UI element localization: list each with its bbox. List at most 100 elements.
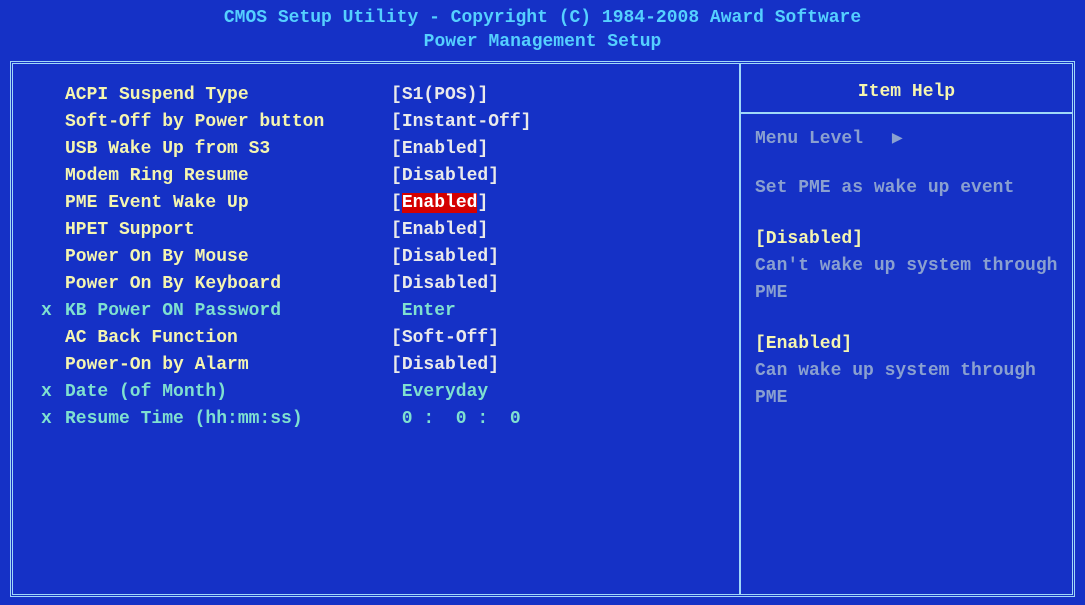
utility-title: CMOS Setup Utility - Copyright (C) 1984-… <box>0 6 1085 30</box>
setting-label: PME Event Wake Up <box>65 190 391 217</box>
setting-row[interactable]: Power On By Mouse[Disabled] <box>41 244 729 271</box>
setting-value[interactable]: [Instant-Off] <box>391 109 531 136</box>
setting-value[interactable]: [Enabled] <box>391 217 488 244</box>
setting-value-text: Disabled <box>402 274 488 294</box>
row-marker <box>41 325 65 352</box>
bracket-open: [ <box>391 328 402 348</box>
setting-value[interactable]: [Disabled] <box>391 163 499 190</box>
setting-label: Power On By Mouse <box>65 244 391 271</box>
row-marker <box>41 244 65 271</box>
setting-label: Power On By Keyboard <box>65 271 391 298</box>
help-option: [Enabled]Can wake up system through PME <box>755 331 1058 412</box>
help-option-head: [Disabled] <box>755 226 1058 253</box>
help-panel: Item Help Menu Level ▶ Set PME as wake u… <box>741 64 1072 594</box>
setting-value[interactable]: [Disabled] <box>391 352 499 379</box>
bracket-open: [ <box>391 274 402 294</box>
section-title: Power Management Setup <box>0 30 1085 54</box>
row-marker <box>41 190 65 217</box>
bracket-open: [ <box>391 112 402 132</box>
help-option-text: Can't wake up system through PME <box>755 253 1058 307</box>
setting-label: Date (of Month) <box>65 379 391 406</box>
setting-row[interactable]: Power On By Keyboard[Disabled] <box>41 271 729 298</box>
setting-value-text: Disabled <box>402 247 488 267</box>
setting-row[interactable]: Power-On by Alarm[Disabled] <box>41 352 729 379</box>
row-marker <box>41 82 65 109</box>
row-marker <box>41 352 65 379</box>
setting-row[interactable]: HPET Support[Enabled] <box>41 217 729 244</box>
setting-value[interactable]: [Disabled] <box>391 271 499 298</box>
bracket-open: [ <box>391 166 402 186</box>
bracket-open: [ <box>391 247 402 267</box>
help-description: Set PME as wake up event <box>755 175 1058 202</box>
setting-value[interactable]: [Soft-Off] <box>391 325 499 352</box>
header: CMOS Setup Utility - Copyright (C) 1984-… <box>0 0 1085 59</box>
chevron-right-icon: ▶ <box>892 126 903 153</box>
menu-level-label: Menu Level <box>755 129 863 149</box>
setting-label: Resume Time (hh:mm:ss) <box>65 406 391 433</box>
setting-label: Power-On by Alarm <box>65 352 391 379</box>
bracket-close: ] <box>477 220 488 240</box>
bracket-close: ] <box>488 328 499 348</box>
bracket-close: ] <box>488 355 499 375</box>
bracket-close: ] <box>488 274 499 294</box>
settings-panel[interactable]: ACPI Suspend Type[S1(POS)]Soft-Off by Po… <box>13 64 741 594</box>
setting-row[interactable]: USB Wake Up from S3[Enabled] <box>41 136 729 163</box>
help-option-head: [Enabled] <box>755 331 1058 358</box>
help-title: Item Help <box>741 64 1072 114</box>
bracket-open: [ <box>391 139 402 159</box>
setting-value[interactable]: 0 : 0 : 0 <box>391 406 521 433</box>
setting-value[interactable]: Enter <box>391 298 456 325</box>
row-marker: x <box>41 298 65 325</box>
bracket-close: ] <box>477 193 488 213</box>
setting-value[interactable]: Everyday <box>391 379 488 406</box>
setting-label: ACPI Suspend Type <box>65 82 391 109</box>
row-marker <box>41 271 65 298</box>
setting-value-text: Soft-Off <box>402 328 488 348</box>
setting-label: KB Power ON Password <box>65 298 391 325</box>
row-marker <box>41 136 65 163</box>
bracket-close: ] <box>488 247 499 267</box>
setting-label: Soft-Off by Power button <box>65 109 391 136</box>
setting-label: AC Back Function <box>65 325 391 352</box>
setting-value-text: Enabled <box>402 220 478 240</box>
bracket-close: ] <box>521 112 532 132</box>
setting-label: Modem Ring Resume <box>65 163 391 190</box>
row-marker: x <box>41 406 65 433</box>
setting-value-text: Enabled <box>402 139 478 159</box>
help-body: Menu Level ▶ Set PME as wake up event [D… <box>741 114 1072 448</box>
setting-value[interactable]: [Disabled] <box>391 244 499 271</box>
help-menu-level: Menu Level ▶ <box>755 126 1058 153</box>
setting-value-text: S1(POS) <box>402 85 478 105</box>
setting-label: HPET Support <box>65 217 391 244</box>
setting-value[interactable]: [S1(POS)] <box>391 82 488 109</box>
help-option: [Disabled]Can't wake up system through P… <box>755 226 1058 307</box>
setting-row[interactable]: ACPI Suspend Type[S1(POS)] <box>41 82 729 109</box>
bracket-close: ] <box>477 85 488 105</box>
setting-row[interactable]: Modem Ring Resume[Disabled] <box>41 163 729 190</box>
bracket-open: [ <box>391 85 402 105</box>
setting-label: USB Wake Up from S3 <box>65 136 391 163</box>
row-marker: x <box>41 379 65 406</box>
setting-row[interactable]: PME Event Wake Up[Enabled] <box>41 190 729 217</box>
bracket-close: ] <box>477 139 488 159</box>
setting-row[interactable]: xKB Power ON Password Enter <box>41 298 729 325</box>
setting-value-text: Disabled <box>402 355 488 375</box>
row-marker <box>41 217 65 244</box>
row-marker <box>41 109 65 136</box>
setting-value-text: Enabled <box>402 193 478 213</box>
bracket-open: [ <box>391 355 402 375</box>
main-container: ACPI Suspend Type[S1(POS)]Soft-Off by Po… <box>10 61 1075 597</box>
help-option-text: Can wake up system through PME <box>755 358 1058 412</box>
bracket-open: [ <box>391 220 402 240</box>
setting-value[interactable]: [Enabled] <box>391 190 488 217</box>
bracket-close: ] <box>488 166 499 186</box>
setting-row[interactable]: xDate (of Month) Everyday <box>41 379 729 406</box>
row-marker <box>41 163 65 190</box>
setting-row[interactable]: Soft-Off by Power button[Instant-Off] <box>41 109 729 136</box>
setting-row[interactable]: AC Back Function[Soft-Off] <box>41 325 729 352</box>
setting-value[interactable]: [Enabled] <box>391 136 488 163</box>
setting-value-text: Disabled <box>402 166 488 186</box>
bracket-open: [ <box>391 193 402 213</box>
setting-value-text: Instant-Off <box>402 112 521 132</box>
setting-row[interactable]: xResume Time (hh:mm:ss) 0 : 0 : 0 <box>41 406 729 433</box>
